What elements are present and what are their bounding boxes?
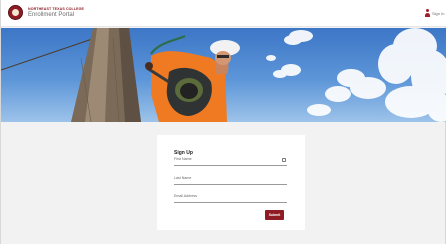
last-name-placeholder: Last Name xyxy=(174,176,192,180)
hero-banner xyxy=(1,28,446,122)
page: NORTHEAST TEXAS COLLEGE Enrollment Porta… xyxy=(0,0,446,244)
user-icon[interactable] xyxy=(424,9,431,18)
key-icon[interactable] xyxy=(282,158,286,162)
college-name: NORTHEAST TEXAS COLLEGE xyxy=(28,7,85,11)
sky-clouds xyxy=(266,28,446,122)
signup-form: Sign Up First Name Last Name Email Addre… xyxy=(157,135,305,230)
lineworker xyxy=(145,34,240,122)
first-name-placeholder: First Name xyxy=(174,157,192,161)
submit-button[interactable]: Submit xyxy=(265,210,284,220)
portal-title: Enrollment Portal xyxy=(28,12,75,18)
last-name-field[interactable]: Last Name xyxy=(174,176,287,185)
signup-title: Sign Up xyxy=(174,150,193,156)
email-placeholder: Email Address xyxy=(174,194,197,198)
first-name-field[interactable]: First Name xyxy=(174,157,287,166)
utility-pole xyxy=(71,28,141,122)
header-bar: NORTHEAST TEXAS COLLEGE Enrollment Porta… xyxy=(1,0,446,27)
lineworker-photo xyxy=(1,28,446,122)
email-field[interactable]: Email Address xyxy=(174,194,287,203)
college-seal-icon[interactable] xyxy=(8,5,23,20)
sign-in-link[interactable]: Sign In xyxy=(432,11,444,16)
